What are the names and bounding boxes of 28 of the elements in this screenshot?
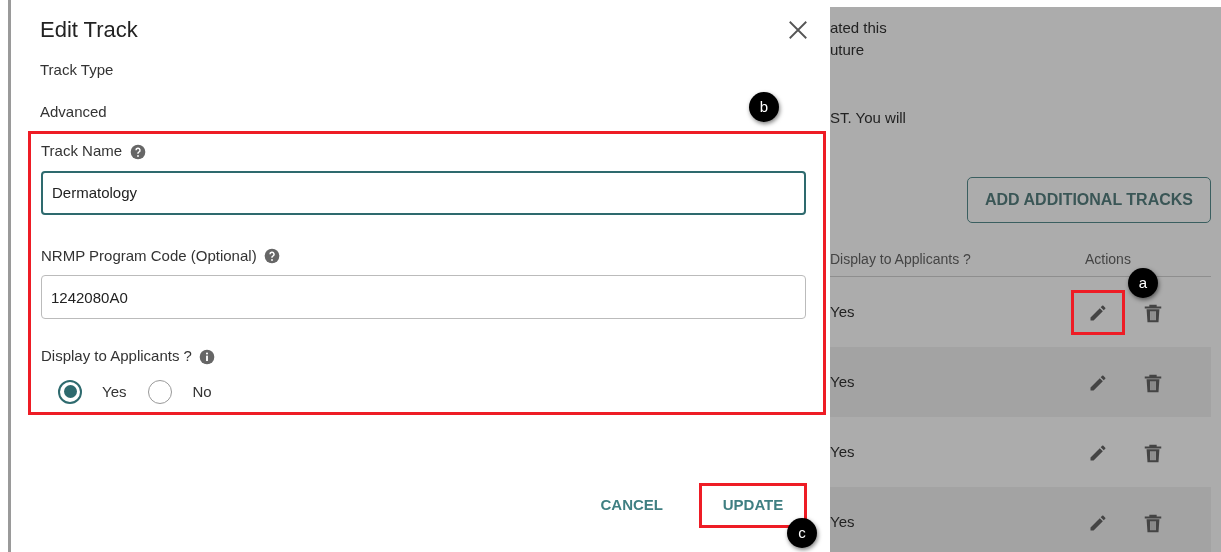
text-fragment: ST. You will: [830, 108, 907, 128]
text-fragment: ated this: [830, 18, 888, 38]
radio-label[interactable]: Yes: [102, 380, 127, 404]
table-cell-text: Yes: [830, 512, 856, 533]
text-fragment: uture: [830, 40, 866, 60]
close-button[interactable]: [787, 19, 809, 42]
text-field[interactable]: Dermatology: [41, 170, 806, 215]
edit-button[interactable]: [1071, 290, 1125, 335]
field-label: Display to Applicants ?: [41, 346, 192, 367]
dialog-title: Edit Track: [40, 17, 138, 44]
update-button[interactable]: UPDATE: [699, 483, 807, 528]
text-field[interactable]: 1242080A0: [41, 275, 806, 320]
help-icon[interactable]: [129, 143, 146, 160]
column-header: Actions: [1085, 250, 1131, 269]
field-label: Track Type: [40, 60, 114, 81]
field-label: NRMP Program Code (Optional): [41, 245, 257, 266]
radio-button[interactable]: [58, 379, 82, 404]
table-cell-text: Yes: [830, 302, 856, 323]
add-tracks-button[interactable]: ADD ADDITIONAL TRACKS: [967, 177, 1211, 223]
help-icon[interactable]: [264, 248, 281, 265]
info-icon[interactable]: [199, 348, 216, 365]
column-header: Display to Applicants ?: [830, 250, 972, 269]
radio-label[interactable]: No: [192, 380, 212, 404]
field-label: Track Name: [41, 141, 123, 162]
radio-button[interactable]: [148, 379, 173, 404]
table-cell-text: Yes: [830, 442, 856, 463]
field-value: Advanced: [40, 101, 107, 122]
table-cell-text: Yes: [830, 372, 856, 393]
